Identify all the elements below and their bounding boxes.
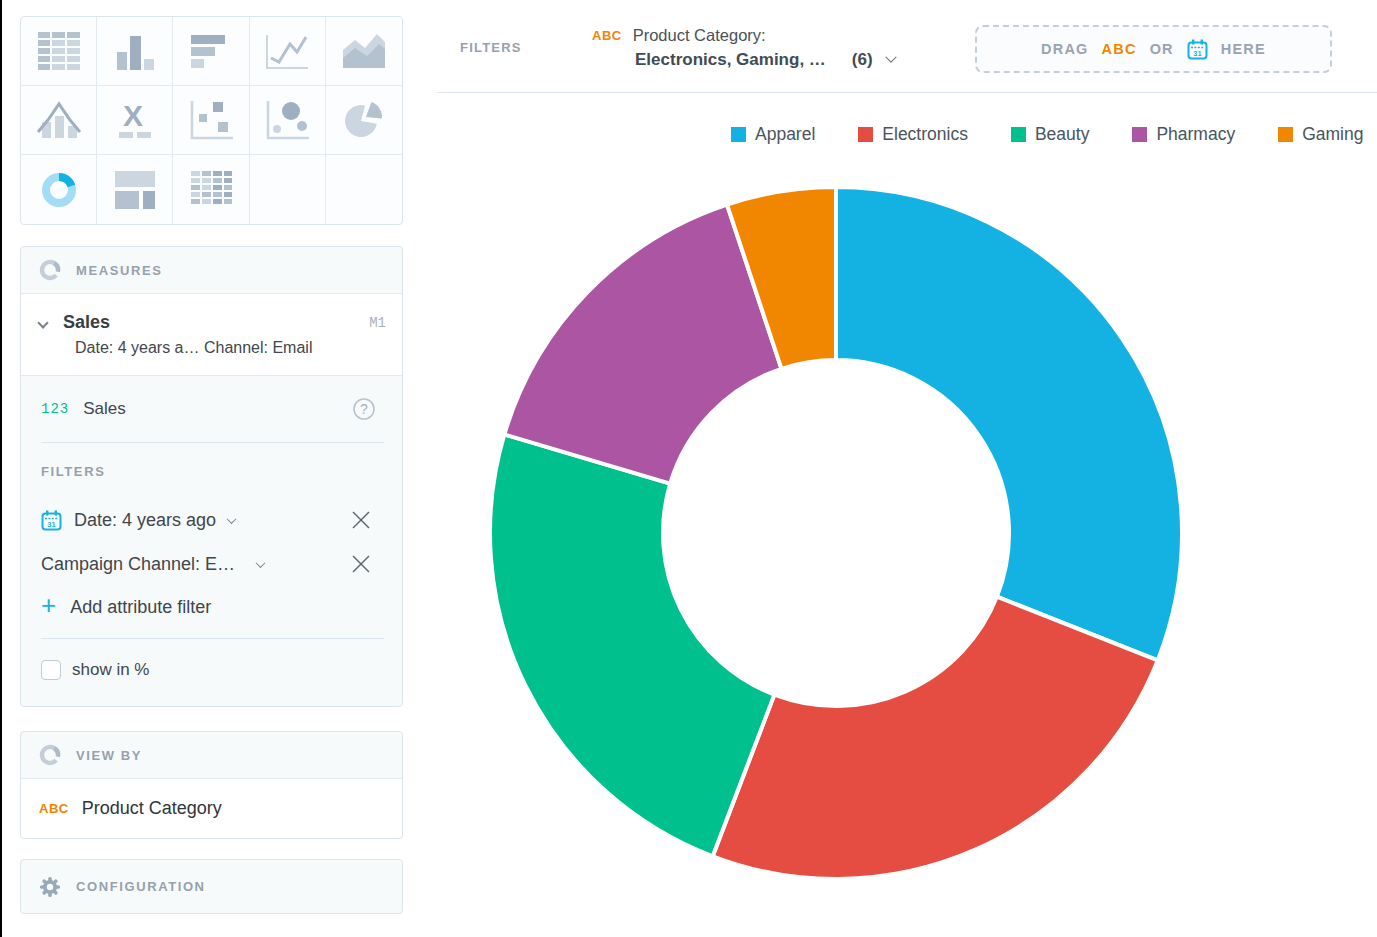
svg-text:31: 31	[47, 519, 55, 528]
field-type-123: 123	[41, 401, 69, 417]
chart-type-empty-2	[326, 155, 402, 224]
field-name: Sales	[83, 399, 126, 419]
line-chart-icon	[264, 31, 310, 71]
show-in-percent-row: show in %	[41, 652, 384, 688]
chart-type-table[interactable]	[21, 17, 97, 86]
measures-label: MEASURES	[76, 263, 162, 278]
attribute-name: Product Category	[82, 798, 222, 819]
filters-section-label: FILTERS	[41, 464, 384, 479]
chart-type-donut[interactable]	[21, 155, 97, 224]
filter-bar: FILTERS ABC Product Category: Electronic…	[437, 0, 1377, 93]
donut-slice-apparel	[836, 187, 1182, 660]
filter-date[interactable]: 31 Date: 4 years ago	[41, 498, 384, 542]
chart-type-treemap[interactable]	[97, 155, 173, 224]
chevron-down-icon	[885, 52, 896, 63]
filter-date-label: Date: 4 years ago	[74, 510, 216, 531]
scatter-plot-icon	[188, 99, 234, 141]
measure-field-row[interactable]: 123 Sales ?	[41, 376, 384, 442]
chart-type-bubble[interactable]	[250, 86, 326, 155]
measures-header: MEASURES	[21, 247, 402, 293]
show-in-percent-label: show in %	[72, 660, 149, 680]
bar-chart-icon	[189, 33, 233, 69]
donut-slice-beauty	[490, 434, 774, 856]
chevron-down-icon	[227, 514, 237, 524]
add-attribute-filter-label: Add attribute filter	[70, 597, 211, 618]
sidebar: X	[20, 16, 403, 914]
measure-item-sales[interactable]: Sales M1 Date: 4 years a… Channel: Email	[21, 293, 402, 376]
donut-chart-icon	[38, 169, 80, 211]
filter-bar-label: FILTERS	[460, 40, 522, 55]
pie-chart-icon	[342, 99, 386, 141]
view-by-label: VIEW BY	[76, 748, 142, 763]
drop-zone-or: OR	[1150, 41, 1174, 57]
filter-chip-title: Product Category:	[633, 26, 766, 45]
drop-zone-here: HERE	[1221, 41, 1266, 57]
chart-type-pie[interactable]	[326, 86, 402, 155]
chart-type-headline[interactable]: X	[97, 86, 173, 155]
plus-icon: +	[41, 590, 56, 621]
drop-zone-drag: DRAG	[1041, 41, 1089, 57]
attribute-type-abc: ABC	[592, 28, 622, 43]
headline-icon: X	[113, 100, 157, 140]
measures-bucket-icon	[39, 259, 61, 281]
combo-chart-icon	[36, 100, 82, 140]
view-by-attribute[interactable]: ABC Product Category	[21, 778, 402, 838]
chart-type-line[interactable]	[250, 17, 326, 86]
bubble-chart-icon	[264, 99, 310, 141]
collapse-chevron-icon[interactable]	[37, 317, 48, 328]
svg-text:31: 31	[1193, 48, 1201, 57]
view-by-header: VIEW BY	[21, 732, 402, 778]
chart-type-column[interactable]	[97, 17, 173, 86]
add-attribute-filter-button[interactable]: + Add attribute filter	[41, 586, 384, 628]
chart-type-empty-1	[250, 155, 326, 224]
calendar-icon: 31	[1187, 39, 1208, 60]
measure-title: Sales	[63, 312, 110, 333]
chevron-down-icon	[256, 558, 266, 568]
chart-type-combo[interactable]	[21, 86, 97, 155]
attribute-type-abc: ABC	[39, 801, 69, 816]
view-by-bucket-icon	[39, 744, 61, 766]
chart-type-bar[interactable]	[173, 17, 249, 86]
configuration-label: CONFIGURATION	[76, 879, 206, 894]
measure-tag: M1	[369, 315, 386, 331]
remove-filter-icon[interactable]	[350, 509, 372, 531]
svg-text:X: X	[123, 100, 143, 132]
product-category-filter-chip[interactable]: ABC Product Category: Electronics, Gamin…	[592, 26, 895, 70]
svg-text:?: ?	[360, 401, 368, 417]
heatmap-icon	[189, 170, 233, 210]
help-icon[interactable]: ?	[352, 397, 376, 421]
remove-filter-icon[interactable]	[350, 553, 372, 575]
chart-type-picker: X	[20, 16, 403, 225]
calendar-icon: 31	[41, 510, 62, 531]
filter-drop-zone[interactable]: DRAG ABC OR 31 HERE	[975, 25, 1332, 73]
chart-type-scatter[interactable]	[173, 86, 249, 155]
column-chart-icon	[113, 32, 157, 70]
drop-zone-abc: ABC	[1102, 41, 1137, 57]
view-by-panel: VIEW BY ABC Product Category	[20, 731, 403, 839]
configuration-panel[interactable]: CONFIGURATION	[20, 859, 403, 914]
filter-chip-value: Electronics, Gaming, …	[635, 50, 826, 70]
area-chart-icon	[341, 32, 387, 70]
treemap-icon	[113, 171, 157, 209]
filter-campaign-label: Campaign Channel: E…	[41, 554, 235, 575]
gear-icon	[39, 876, 61, 898]
measure-subtitle: Date: 4 years a… Channel: Email	[75, 339, 386, 357]
table-icon	[37, 32, 81, 70]
filter-campaign-channel[interactable]: Campaign Channel: E…	[41, 542, 384, 586]
measures-panel: MEASURES Sales M1 Date: 4 years a… Chann…	[20, 246, 403, 707]
donut-chart[interactable]	[436, 93, 1377, 937]
chart-type-heatmap[interactable]	[173, 155, 249, 224]
show-in-percent-checkbox[interactable]	[41, 660, 61, 680]
donut-slice-electronics	[713, 597, 1158, 879]
chart-type-area[interactable]	[326, 17, 402, 86]
filter-chip-count: (6)	[852, 50, 873, 70]
window-left-border	[0, 0, 2, 937]
